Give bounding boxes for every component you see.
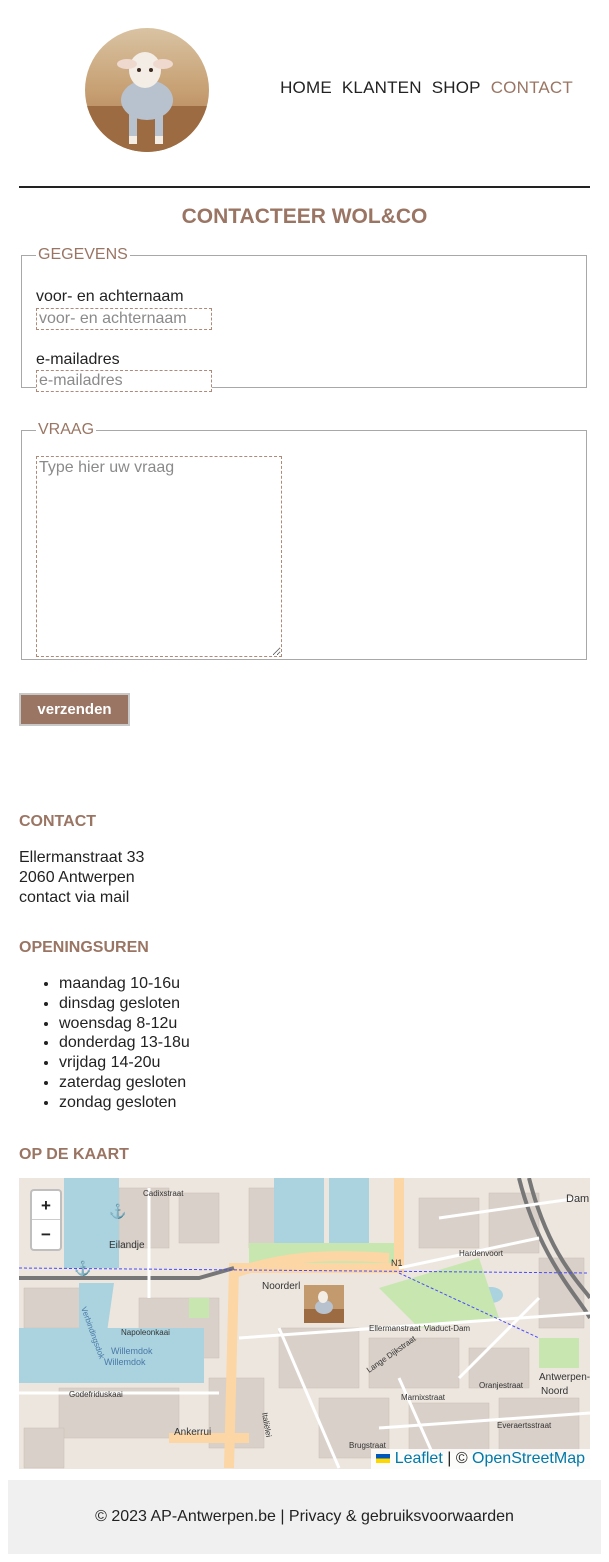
svg-text:Antwerpen-: Antwerpen- (539, 1372, 590, 1383)
svg-text:⚓: ⚓ (74, 1260, 91, 1277)
svg-text:Napoleonkaai: Napoleonkaai (121, 1328, 170, 1337)
svg-text:Viaduct-Dam: Viaduct-Dam (424, 1324, 470, 1333)
svg-text:Cadixstraat: Cadixstraat (143, 1189, 184, 1198)
contact-heading: CONTACT (19, 813, 97, 830)
zoom-in-button[interactable]: + (32, 1191, 60, 1220)
address-city: 2060 Antwerpen (19, 869, 135, 886)
vraag-legend: VRAAG (38, 421, 95, 438)
svg-text:Everaertsstraat: Everaertsstraat (497, 1421, 552, 1430)
map-heading: OP DE KAART (19, 1146, 129, 1163)
hours-item: zondag gesloten (59, 1093, 190, 1113)
vraag-fieldset: VRAAG (21, 421, 587, 660)
svg-text:N1: N1 (391, 1258, 403, 1268)
question-textarea[interactable] (36, 456, 282, 657)
email-input[interactable] (36, 370, 212, 392)
svg-text:Oranjestraat: Oranjestraat (479, 1381, 524, 1390)
logo-lamb-image[interactable] (85, 28, 209, 152)
svg-text:Dam: Dam (566, 1193, 589, 1205)
hours-item: maandag 10-16u (59, 974, 190, 994)
hours-heading: OPENINGSUREN (19, 939, 149, 956)
page-title: CONTACTEER WOL&CO (181, 205, 428, 228)
map-marker-icon[interactable] (304, 1285, 344, 1323)
nav-klanten[interactable]: KLANTEN (342, 78, 422, 98)
hours-item: vrijdag 14-20u (59, 1053, 190, 1073)
attribution-separator: | © (442, 1450, 473, 1467)
gegevens-fieldset: GEGEVENS voor- en achternaam e-mailadres (21, 246, 587, 392)
name-label: voor- en achternaam (36, 288, 184, 305)
footer-text[interactable]: © 2023 AP-Antwerpen.be | Privacy & gebru… (95, 1508, 514, 1525)
map-tiles[interactable]: Cadixstraat Eilandje Noorderl N1 Hardenv… (19, 1178, 590, 1469)
map-zoom-control: + − (30, 1189, 62, 1251)
nav-contact[interactable]: CONTACT (491, 78, 573, 98)
svg-text:Godefriduskaai: Godefriduskaai (69, 1390, 123, 1399)
svg-text:Willemdok: Willemdok (104, 1357, 146, 1367)
nav-shop[interactable]: SHOP (432, 78, 481, 98)
contact-address: Ellermanstraat 33 2060 Antwerpen contact… (19, 848, 144, 908)
svg-text:Noorderl: Noorderl (262, 1281, 300, 1292)
svg-text:Ellermanstraat: Ellermanstraat (369, 1324, 421, 1333)
svg-text:Hardenvoort: Hardenvoort (459, 1249, 504, 1258)
nav-home[interactable]: HOME (280, 78, 332, 98)
email-label: e-mailadres (36, 351, 120, 368)
svg-text:Eilandje: Eilandje (109, 1240, 145, 1251)
contact-mail-link[interactable]: contact via mail (19, 888, 144, 908)
map-container[interactable]: Cadixstraat Eilandje Noorderl N1 Hardenv… (19, 1178, 590, 1469)
name-input[interactable] (36, 308, 212, 330)
svg-text:Willemdok: Willemdok (111, 1346, 153, 1356)
hours-item: zaterdag gesloten (59, 1073, 190, 1093)
hours-item: dinsdag gesloten (59, 994, 190, 1014)
hours-item: woensdag 8-12u (59, 1014, 190, 1034)
svg-text:Ankerrui: Ankerrui (174, 1427, 211, 1438)
hours-item: donderdag 13-18u (59, 1033, 190, 1053)
map-attribution: Leaflet | © OpenStreetMap (371, 1449, 590, 1469)
osm-link[interactable]: OpenStreetMap (472, 1450, 585, 1467)
ukraine-flag-icon (376, 1454, 391, 1464)
leaflet-link[interactable]: Leaflet (395, 1450, 443, 1467)
svg-text:Marnixstraat: Marnixstraat (401, 1393, 446, 1402)
svg-text:⚓: ⚓ (109, 1203, 126, 1220)
gegevens-legend: GEGEVENS (38, 246, 128, 263)
submit-button[interactable]: verzenden (19, 693, 130, 726)
site-footer: © 2023 AP-Antwerpen.be | Privacy & gebru… (8, 1480, 601, 1554)
site-header: HOME KLANTEN SHOP CONTACT (0, 0, 609, 188)
header-divider (19, 186, 590, 188)
address-street: Ellermanstraat 33 (19, 849, 145, 866)
main-nav: HOME KLANTEN SHOP CONTACT (280, 78, 573, 98)
svg-text:Noord: Noord (541, 1386, 568, 1397)
hours-list: maandag 10-16u dinsdag gesloten woensdag… (59, 974, 190, 1113)
zoom-out-button[interactable]: − (32, 1220, 60, 1249)
